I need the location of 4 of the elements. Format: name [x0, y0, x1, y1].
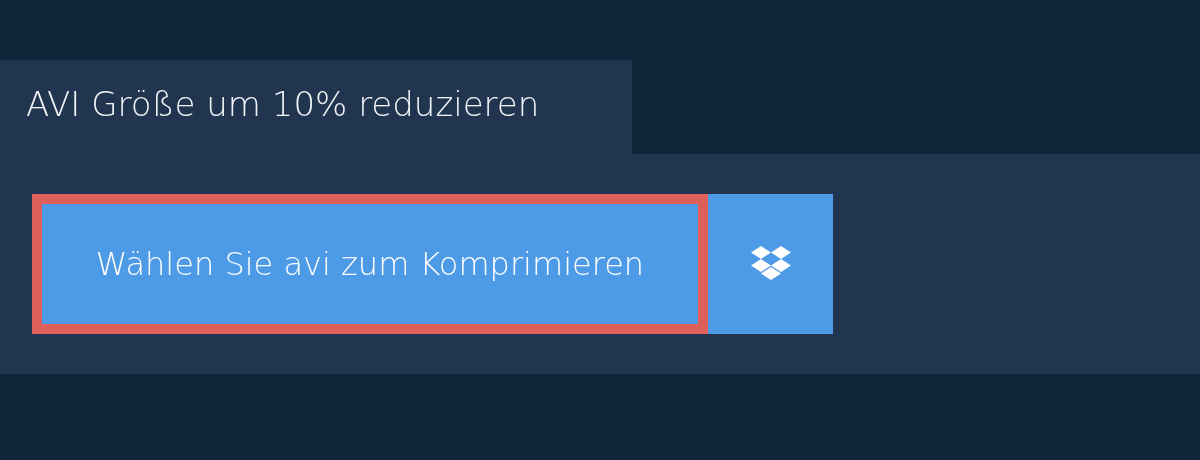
dropbox-icon [749, 246, 792, 282]
upload-button[interactable]: Wählen Sie avi zum Komprimieren [32, 194, 708, 334]
dropbox-button[interactable] [708, 194, 833, 334]
tab-title: AVI Größe um 10% reduzieren [0, 60, 632, 154]
